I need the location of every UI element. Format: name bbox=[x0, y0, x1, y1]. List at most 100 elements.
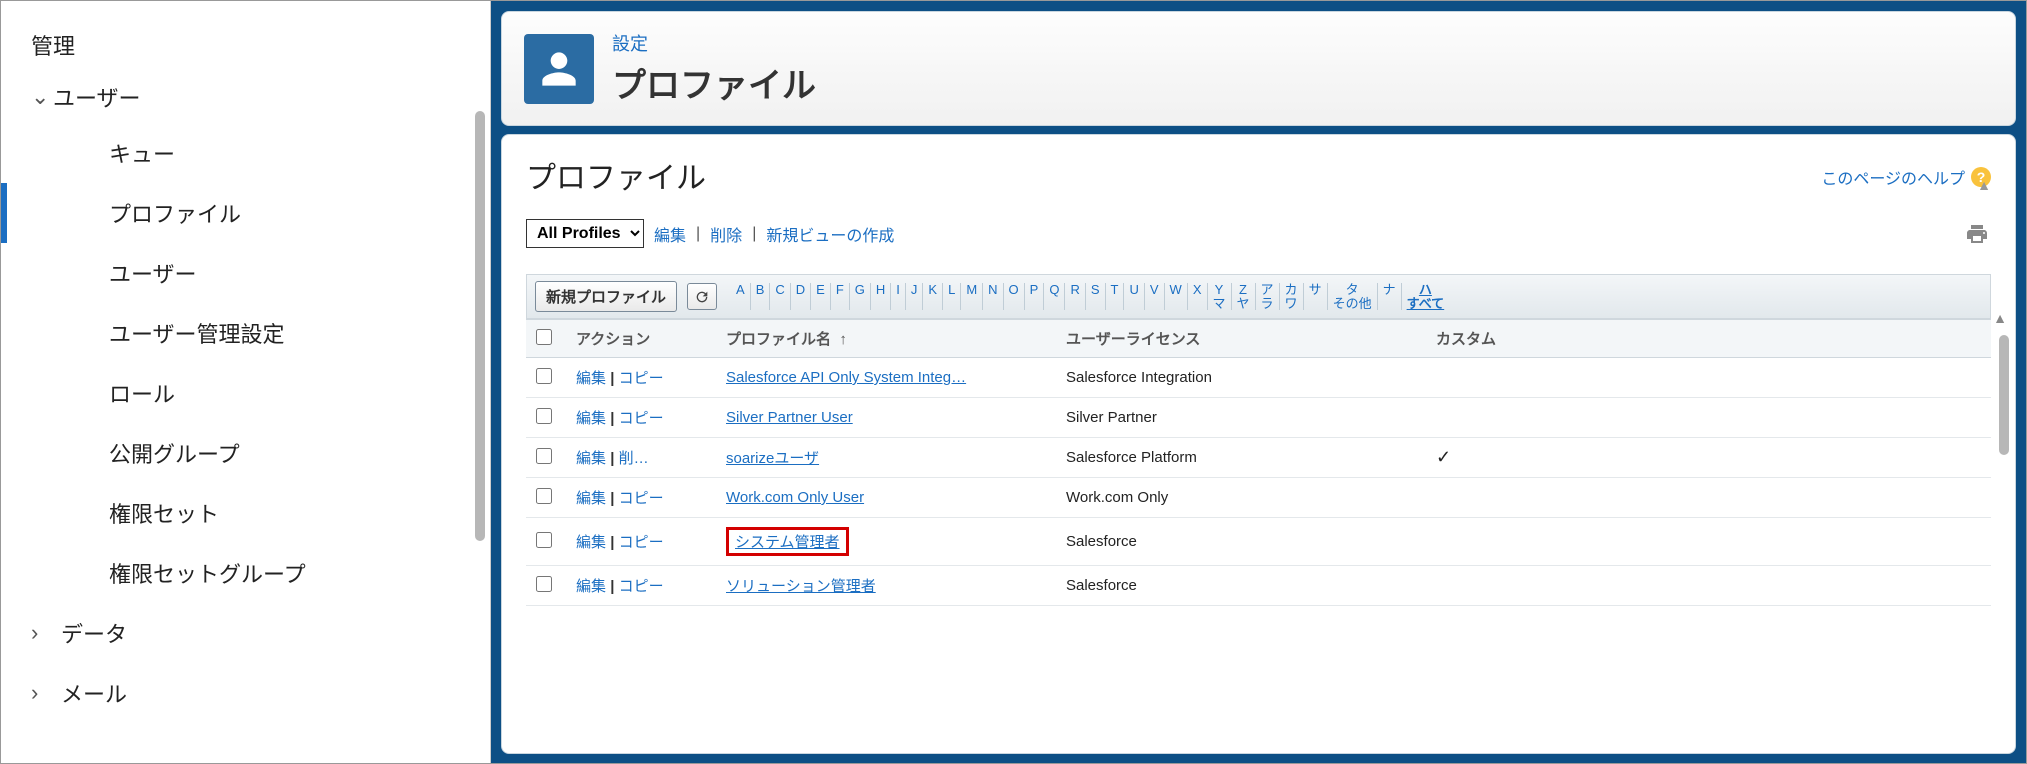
row-checkbox[interactable] bbox=[536, 368, 552, 384]
copy-link[interactable]: コピー bbox=[619, 410, 664, 427]
row-license: Salesforce Integration bbox=[1056, 358, 1426, 398]
content-card: ▲ プロファイル このページのヘルプ ? All Profiles 編集 | 削… bbox=[501, 134, 2016, 754]
copy-link[interactable]: 削… bbox=[619, 450, 649, 467]
edit-link[interactable]: 編集 bbox=[576, 490, 606, 507]
alpha-M[interactable]: M bbox=[961, 283, 983, 310]
alpha-stack-4[interactable]: サ bbox=[1304, 283, 1328, 310]
alpha-stack-5[interactable]: タその他 bbox=[1328, 283, 1378, 310]
edit-link[interactable]: 編集 bbox=[576, 370, 606, 387]
new-profile-button[interactable]: 新規プロファイル bbox=[535, 281, 677, 312]
alpha-J[interactable]: J bbox=[906, 283, 924, 310]
alpha-stack-3[interactable]: カワ bbox=[1280, 283, 1304, 310]
view-create-link[interactable]: 新規ビューの作成 bbox=[766, 222, 894, 246]
collapse-icon[interactable]: ▲ bbox=[1977, 177, 1991, 193]
alpha-G[interactable]: G bbox=[850, 283, 871, 310]
row-actions: 編集 | コピー bbox=[566, 358, 716, 398]
alpha-H[interactable]: H bbox=[871, 283, 891, 310]
profile-link[interactable]: ソリューション管理者 bbox=[726, 578, 876, 595]
print-icon[interactable] bbox=[1963, 222, 1991, 246]
row-license: Salesforce bbox=[1056, 518, 1426, 566]
sidebar-item-user[interactable]: ユーザー bbox=[1, 243, 490, 303]
sidebar-item-profile[interactable]: プロファイル bbox=[1, 183, 490, 243]
sidebar-item-permset[interactable]: 権限セット bbox=[1, 483, 490, 543]
row-checkbox[interactable] bbox=[536, 532, 552, 548]
alpha-stack-7[interactable]: ハすべて bbox=[1402, 283, 1450, 310]
sidebar-scrollbar[interactable] bbox=[475, 111, 485, 541]
chevron-down-icon: ⌄ bbox=[31, 84, 53, 110]
select-all-checkbox[interactable] bbox=[536, 329, 552, 345]
scroll-up-icon[interactable]: ▲ bbox=[1993, 310, 2007, 326]
alpha-U[interactable]: U bbox=[1124, 283, 1144, 310]
alpha-stack-2[interactable]: アラ bbox=[1256, 283, 1280, 310]
alpha-A[interactable]: A bbox=[731, 283, 751, 310]
profile-link[interactable]: システム管理者 bbox=[735, 534, 840, 551]
sidebar-section-admin: 管理 bbox=[1, 19, 490, 71]
alpha-X[interactable]: X bbox=[1188, 283, 1208, 310]
col-action[interactable]: アクション bbox=[566, 320, 716, 358]
alpha-Q[interactable]: Q bbox=[1044, 283, 1065, 310]
sidebar-item-permset-group[interactable]: 権限セットグループ bbox=[1, 543, 490, 603]
alpha-V[interactable]: V bbox=[1145, 283, 1165, 310]
alpha-F[interactable]: F bbox=[831, 283, 850, 310]
sidebar-item-mail[interactable]: › メール bbox=[1, 663, 490, 723]
alpha-O[interactable]: O bbox=[1004, 283, 1025, 310]
copy-link[interactable]: コピー bbox=[619, 578, 664, 595]
copy-link[interactable]: コピー bbox=[619, 490, 664, 507]
row-checkbox[interactable] bbox=[536, 488, 552, 504]
alpha-B[interactable]: B bbox=[751, 283, 771, 310]
sidebar-item-data[interactable]: › データ bbox=[1, 603, 490, 663]
row-custom bbox=[1426, 358, 1991, 398]
alpha-R[interactable]: R bbox=[1065, 283, 1085, 310]
row-checkbox[interactable] bbox=[536, 448, 552, 464]
sidebar-item-users[interactable]: ⌄ ユーザー bbox=[1, 71, 490, 123]
view-delete-link[interactable]: 削除 bbox=[710, 222, 742, 246]
alpha-K[interactable]: K bbox=[923, 283, 943, 310]
col-name[interactable]: プロファイル名 ↑ bbox=[716, 320, 1056, 358]
profile-table: アクション プロファイル名 ↑ ユーザーライセンス カスタム 編集 | コピー S… bbox=[526, 319, 1991, 606]
sidebar-item-queue[interactable]: キュー bbox=[1, 123, 490, 183]
alpha-D[interactable]: D bbox=[791, 283, 811, 310]
alpha-stack-0[interactable]: Yマ bbox=[1208, 283, 1232, 310]
header-text: 設定 プロファイル bbox=[612, 30, 816, 107]
refresh-button[interactable] bbox=[687, 283, 717, 310]
alpha-stack-1[interactable]: Zヤ bbox=[1232, 283, 1256, 310]
content-scrollbar[interactable] bbox=[1999, 335, 2009, 455]
profile-link[interactable]: soarizeユーザ bbox=[726, 450, 819, 467]
edit-link[interactable]: 編集 bbox=[576, 450, 606, 467]
alpha-E[interactable]: E bbox=[811, 283, 831, 310]
view-edit-link[interactable]: 編集 bbox=[654, 222, 686, 246]
alpha-stack-6[interactable]: ナ bbox=[1378, 283, 1402, 310]
row-name: soarizeユーザ bbox=[716, 438, 1056, 478]
alpha-N[interactable]: N bbox=[983, 283, 1003, 310]
edit-link[interactable]: 編集 bbox=[576, 410, 606, 427]
header-title: プロファイル bbox=[612, 58, 816, 107]
row-checkbox[interactable] bbox=[536, 408, 552, 424]
row-name: ソリューション管理者 bbox=[716, 566, 1056, 606]
alpha-C[interactable]: C bbox=[770, 283, 790, 310]
edit-link[interactable]: 編集 bbox=[576, 578, 606, 595]
sidebar-item-role[interactable]: ロール bbox=[1, 363, 490, 423]
sidebar-item-public-group[interactable]: 公開グループ bbox=[1, 423, 490, 483]
col-custom[interactable]: カスタム bbox=[1426, 320, 1991, 358]
profile-link[interactable]: Salesforce API Only System Integ… bbox=[726, 369, 966, 386]
alpha-S[interactable]: S bbox=[1086, 283, 1106, 310]
profile-link[interactable]: Silver Partner User bbox=[726, 409, 853, 426]
edit-link[interactable]: 編集 bbox=[576, 534, 606, 551]
page-title: プロファイル bbox=[526, 153, 706, 197]
row-name: Salesforce API Only System Integ… bbox=[716, 358, 1056, 398]
col-license[interactable]: ユーザーライセンス bbox=[1056, 320, 1426, 358]
row-checkbox[interactable] bbox=[536, 576, 552, 592]
alpha-W[interactable]: W bbox=[1165, 283, 1188, 310]
alpha-P[interactable]: P bbox=[1025, 283, 1045, 310]
alpha-L[interactable]: L bbox=[943, 283, 961, 310]
copy-link[interactable]: コピー bbox=[619, 370, 664, 387]
row-custom bbox=[1426, 478, 1991, 518]
alpha-I[interactable]: I bbox=[891, 283, 906, 310]
profile-link[interactable]: Work.com Only User bbox=[726, 489, 864, 506]
copy-link[interactable]: コピー bbox=[619, 534, 664, 551]
sidebar-item-user-mgmt[interactable]: ユーザー管理設定 bbox=[1, 303, 490, 363]
view-select[interactable]: All Profiles bbox=[526, 219, 644, 248]
alpha-T[interactable]: T bbox=[1106, 283, 1125, 310]
header-sub: 設定 bbox=[612, 30, 816, 56]
help-link[interactable]: このページのヘルプ ? bbox=[1821, 165, 1991, 189]
